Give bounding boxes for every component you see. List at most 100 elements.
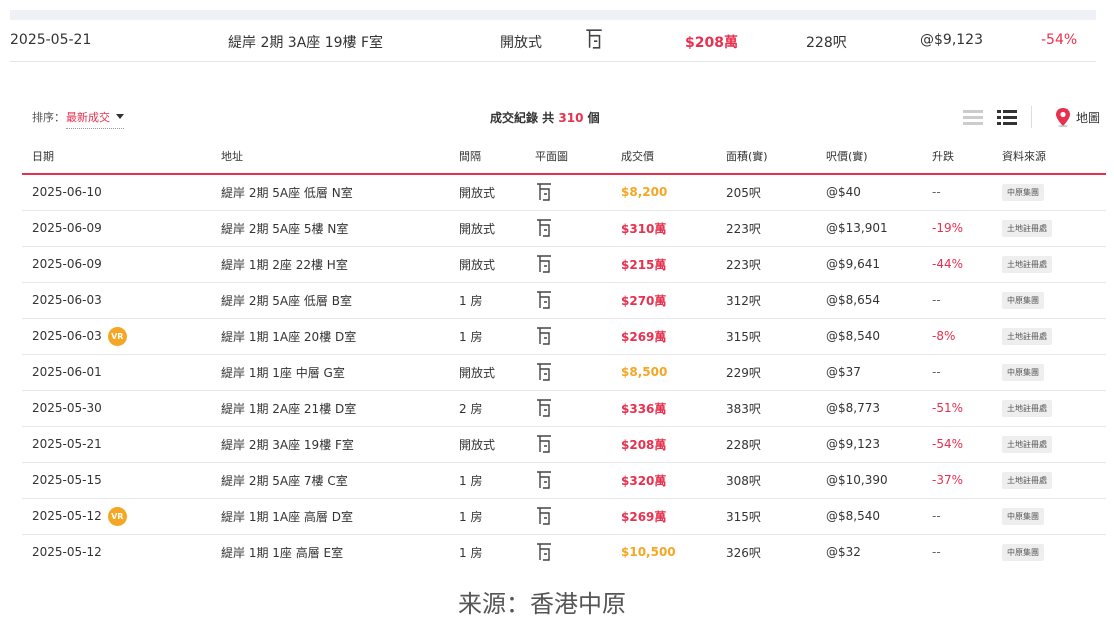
vr-badge[interactable]: VR bbox=[107, 326, 127, 346]
cell-layout: 1 房 bbox=[459, 545, 483, 560]
summary-suffix: 個 bbox=[587, 111, 600, 125]
column-header-date[interactable]: 日期 bbox=[22, 138, 211, 175]
table-row[interactable]: 2025-06-10 緹岸 2期 5A座 低層 N室 開放式 $8,200 205呎 @$… bbox=[22, 174, 1106, 211]
table-row[interactable]: 2025-05-30 緹岸 1期 2A座 21樓 D室 2 房 $336萬 383呎 @$… bbox=[22, 390, 1106, 427]
divider bbox=[1030, 106, 1032, 128]
floor-plan-icon[interactable] bbox=[535, 326, 553, 346]
cell-address[interactable]: 緹岸 1期 2A座 21樓 D室 bbox=[211, 390, 449, 427]
cell-change: -- bbox=[922, 498, 992, 535]
date-text: 2025-05-12 bbox=[32, 545, 102, 560]
cell-address[interactable]: 緹岸 2期 5A座 7樓 C室 bbox=[211, 462, 449, 499]
cell-unit-price: @$10,390 bbox=[816, 462, 922, 499]
cell-layout: 1 房 bbox=[449, 318, 525, 355]
cell-unit-price: @$8,540 bbox=[816, 318, 922, 355]
cell-area: 312呎 bbox=[716, 282, 816, 319]
floor-plan-icon[interactable] bbox=[535, 218, 553, 238]
sort-value: 最新成交 bbox=[66, 111, 110, 124]
transactions-toolbar: 排序： 最新成交 成交紀錄 共 310 個 地圖 bbox=[32, 100, 1100, 134]
cell-source: 土地註冊處 bbox=[992, 210, 1106, 247]
map-label: 地圖 bbox=[1075, 110, 1100, 125]
source-badge: 中原集團 bbox=[1002, 543, 1044, 561]
source-badge: 土地註冊處 bbox=[1002, 399, 1052, 417]
cell-address[interactable]: 緹岸 1期 1座 高層 E室 bbox=[211, 534, 449, 570]
floor-plan-icon[interactable] bbox=[535, 254, 553, 274]
cell-source: 中原集團 bbox=[992, 174, 1106, 211]
cell-source: 中原集團 bbox=[992, 534, 1106, 570]
cell-date: 2025-05-12 bbox=[22, 534, 211, 570]
cell-address[interactable]: 緹岸 2期 5A座 低層 B室 bbox=[211, 282, 449, 319]
detail-list-view-icon[interactable] bbox=[996, 108, 1017, 126]
column-header-source: 資料來源 bbox=[992, 138, 1106, 175]
table-row[interactable]: 2025-06-09 緹岸 2期 5A座 5樓 N室 開放式 $310萬 223呎 @$1… bbox=[22, 210, 1106, 247]
cell-address[interactable]: 緹岸 1期 1A座 高層 D室 bbox=[211, 498, 449, 535]
cell-area: 205呎 bbox=[716, 174, 816, 211]
cell-unit-price: @$32 bbox=[826, 545, 861, 560]
cell-unit-price: @$8,773 bbox=[816, 390, 922, 427]
cell-date: 2025-06-03 bbox=[22, 282, 211, 319]
table-row[interactable]: 2025-05-15 緹岸 2期 5A座 7樓 C室 1 房 $320萬 308呎 @$1… bbox=[22, 462, 1106, 499]
cell-layout: 2 房 bbox=[449, 390, 525, 427]
map-button[interactable]: 地圖 bbox=[1054, 107, 1100, 127]
list-view-icon[interactable] bbox=[962, 108, 983, 126]
table-row[interactable]: 2025-06-09 緹岸 1期 2座 22樓 H室 開放式 $215萬 223呎 @$9… bbox=[22, 246, 1106, 283]
cell-change: -19% bbox=[922, 210, 992, 247]
floor-plan-icon[interactable] bbox=[535, 398, 553, 418]
date-text: 2025-06-03 bbox=[32, 293, 102, 307]
cell-date: 2025-05-12 VR bbox=[22, 498, 211, 535]
transactions-table: 日期 地址 間隔 平面圖 成交價 面積(實) 呎價(實) 升跌 資料來源 202… bbox=[22, 138, 1106, 570]
cell-layout: 開放式 bbox=[449, 210, 525, 247]
floor-plan-icon[interactable] bbox=[535, 506, 553, 526]
cell-address[interactable]: 緹岸 1期 1A座 20樓 D室 bbox=[211, 318, 449, 355]
vr-badge[interactable]: VR bbox=[107, 506, 127, 526]
cell-source: 土地註冊處 bbox=[992, 462, 1106, 499]
date-text: 2025-06-03 bbox=[32, 328, 102, 343]
cell-price: $208萬 bbox=[611, 426, 716, 463]
cell-area: 383呎 bbox=[716, 390, 816, 427]
cell-address[interactable]: 緹岸 2期 3A座 19樓 F室 bbox=[211, 426, 449, 463]
previous-panel-edge bbox=[10, 10, 1096, 20]
cell-address[interactable]: 緹岸 2期 5A座 低層 N室 bbox=[211, 174, 449, 211]
column-header-address: 地址 bbox=[211, 138, 449, 175]
source-badge: 土地註冊處 bbox=[1002, 255, 1052, 273]
cell-address[interactable]: 緹岸 1期 1座 中層 G室 bbox=[211, 354, 449, 391]
column-header-price[interactable]: 成交價 bbox=[611, 138, 716, 175]
view-switcher: 地圖 bbox=[962, 106, 1100, 128]
floor-plan-icon[interactable] bbox=[535, 362, 553, 382]
cell-layout: 開放式 bbox=[449, 426, 525, 463]
column-header-change[interactable]: 升跌 bbox=[922, 138, 992, 175]
table-row[interactable]: 2025-06-01 緹岸 1期 1座 中層 G室 開放式 $8,500 229呎 @$3… bbox=[22, 354, 1106, 391]
table-row[interactable]: 2025-06-03 VR 緹岸 1期 1A座 20樓 D室 1 房 $269萬 315呎… bbox=[22, 318, 1106, 355]
cell-unit-price: @$9,641 bbox=[816, 246, 922, 283]
cell-date: 2025-06-01 bbox=[22, 354, 211, 391]
sort-label: 排序： bbox=[32, 111, 65, 124]
cell-area: 326呎 bbox=[726, 545, 761, 560]
cell-area: 229呎 bbox=[716, 354, 816, 391]
table-row[interactable]: 2025-05-12 緹岸 1期 1座 高層 E室 1 房 $10,500 326呎 @$… bbox=[22, 534, 1106, 570]
highlight-address: 緹岸 2期 3A座 19樓 F室 bbox=[228, 35, 384, 51]
cell-date: 2025-05-15 bbox=[22, 462, 211, 499]
floor-plan-icon[interactable] bbox=[535, 542, 553, 562]
table-row[interactable]: 2025-06-03 緹岸 2期 5A座 低層 B室 1 房 $270萬 312呎 @$8… bbox=[22, 282, 1106, 319]
table-row[interactable]: 2025-05-12 VR 緹岸 1期 1A座 高層 D室 1 房 $269萬 315呎 @… bbox=[22, 498, 1106, 535]
floor-plan-icon[interactable] bbox=[535, 290, 553, 310]
sort-dropdown[interactable]: 最新成交 bbox=[66, 109, 124, 129]
cell-address[interactable]: 緹岸 1期 2座 22樓 H室 bbox=[211, 246, 449, 283]
floor-plan-icon[interactable] bbox=[584, 28, 604, 54]
highlight-date: 2025-05-21 bbox=[10, 32, 92, 48]
cell-floor-plan bbox=[525, 246, 611, 283]
image-caption: 来源：香港中原 bbox=[458, 590, 626, 618]
floor-plan-icon[interactable] bbox=[535, 434, 553, 454]
cell-source: 土地註冊處 bbox=[992, 318, 1106, 355]
cell-price: $269萬 bbox=[611, 318, 716, 355]
highlighted-transaction-row[interactable]: 2025-05-21 緹岸 2期 3A座 19樓 F室 開放式 $208萬 22… bbox=[10, 20, 1096, 62]
floor-plan-icon[interactable] bbox=[535, 182, 553, 202]
column-header-area[interactable]: 面積(實) bbox=[716, 138, 816, 175]
source-badge: 中原集團 bbox=[1002, 183, 1044, 201]
highlight-layout: 開放式 bbox=[500, 35, 542, 51]
cell-area: 315呎 bbox=[716, 498, 816, 535]
cell-address[interactable]: 緹岸 2期 5A座 5樓 N室 bbox=[211, 210, 449, 247]
floor-plan-icon[interactable] bbox=[535, 470, 553, 490]
table-row[interactable]: 2025-05-21 緹岸 2期 3A座 19樓 F室 開放式 $208萬 228呎 @$… bbox=[22, 426, 1106, 463]
cell-change: -37% bbox=[922, 462, 992, 499]
column-header-unit-price[interactable]: 呎價(實) bbox=[816, 138, 922, 175]
